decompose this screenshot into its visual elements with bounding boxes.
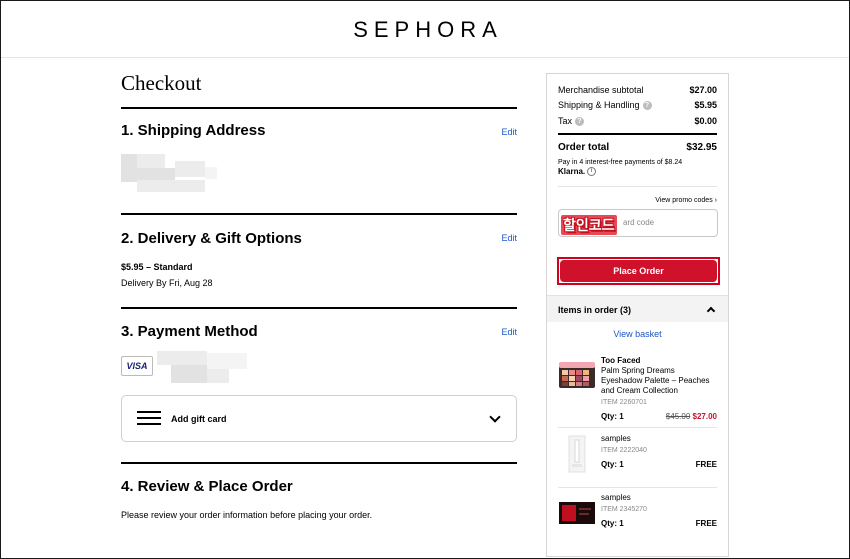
item-name[interactable]: Palm Spring Dreams Eyeshadow Palette – P… [601,366,717,396]
view-promo-codes-link[interactable]: View promo codes › [655,197,717,204]
payment-section: 3. Payment Method Edit VISA Add gift car… [121,307,517,462]
chevron-up-icon [706,306,716,316]
order-item: samples ITEM 2345270 Qty: 1 FREE [558,493,717,543]
shipping-label: Shipping & Handling [558,100,640,110]
help-icon[interactable]: ? [575,117,585,127]
sample-card-thumbnail[interactable] [558,499,596,527]
item-qty: Qty: 1 [601,412,624,421]
place-order-highlight: Place Order [557,257,720,285]
eyeshadow-palette-thumbnail[interactable] [558,360,596,390]
order-total-row: Order total $32.95 [558,142,717,153]
item-details: Too Faced Palm Spring Dreams Eyeshadow P… [601,356,717,422]
item-brand: Too Faced [601,356,641,365]
shipping-value: $5.95 [694,100,717,110]
promo-overlay-text: 할인코드 [561,215,617,235]
tax-row: Tax? $0.00 [558,116,717,127]
review-title: 4. Review & Place Order [121,478,293,495]
subtotal-row: Merchandise subtotal $27.00 [558,85,717,95]
shipping-section: 1. Shipping Address Edit [121,107,517,213]
payment-edit-link[interactable]: Edit [501,327,517,337]
item-divider [558,427,717,428]
item-qty: Qty: 1 [601,460,624,469]
item-brand: samples [601,493,631,502]
item-price: $27.00 [692,412,717,421]
shipping-edit-link[interactable]: Edit [501,127,517,137]
gift-card-icon [137,411,161,426]
items-in-order-label: Items in order (3) [558,305,632,315]
order-total-label: Order total [558,142,610,153]
delivery-eta: Delivery By Fri, Aug 28 [121,278,213,288]
review-section: 4. Review & Place Order Please review yo… [121,462,517,532]
review-note: Please review your order information bef… [121,510,373,520]
item-number: ITEM 2260701 [601,399,647,406]
order-item: Too Faced Palm Spring Dreams Eyeshadow P… [558,356,717,424]
item-brand: samples [601,434,631,443]
item-details: samples ITEM 2345270 Qty: 1 FREE [601,493,717,529]
order-summary: Merchandise subtotal $27.00 Shipping & H… [546,73,729,557]
subtotal-value: $27.00 [689,85,717,95]
visa-card-icon: VISA [121,356,153,376]
site-header: SEPHORA [1,1,849,58]
klarna-brand: Klarna. [558,167,586,176]
add-gift-card-toggle[interactable]: Add gift card [121,395,517,442]
summary-divider [558,186,717,187]
shipping-title: 1. Shipping Address [121,122,266,139]
checkout-main: Checkout 1. Shipping Address Edit 2. Del… [121,70,517,532]
item-qty: Qty: 1 [601,519,624,528]
promo-link-label: View promo codes [655,197,713,204]
total-divider [558,133,717,135]
chevron-right-icon: › [714,197,717,204]
sample-vial-thumbnail[interactable] [558,434,596,474]
order-item: samples ITEM 2222040 Qty: 1 FREE [558,434,717,484]
item-number: ITEM 2345270 [601,506,647,513]
klarna-logo: Klarna. i [558,167,597,177]
delivery-edit-link[interactable]: Edit [501,233,517,243]
item-price: FREE [695,460,717,469]
item-price: FREE [695,519,717,528]
page-title: Checkout [121,71,202,95]
klarna-text: Pay in 4 interest-free payments of $8.24 [558,159,683,166]
tax-label: Tax [558,116,573,126]
item-details: samples ITEM 2222040 Qty: 1 FREE [601,434,717,470]
tax-value: $0.00 [694,116,717,126]
place-order-button[interactable]: Place Order [560,260,717,282]
info-icon[interactable]: i [587,167,597,177]
view-basket-link[interactable]: View basket [547,329,728,339]
delivery-title: 2. Delivery & Gift Options [121,230,302,247]
gift-card-label: Add gift card [171,413,227,424]
delivery-section: 2. Delivery & Gift Options Edit $5.95 – … [121,213,517,307]
chevron-down-icon [489,411,501,423]
payment-title: 3. Payment Method [121,323,258,340]
item-number: ITEM 2222040 [601,447,647,454]
shipping-method: $5.95 – Standard [121,262,193,272]
item-divider [558,487,717,488]
shipping-row: Shipping & Handling? $5.95 [558,100,717,111]
help-icon[interactable]: ? [642,101,652,111]
sephora-logo[interactable]: SEPHORA [347,17,503,43]
order-total-value: $32.95 [686,142,717,153]
item-old-price: $45.00 [665,412,691,421]
subtotal-label: Merchandise subtotal [558,85,644,95]
items-in-order-toggle[interactable]: Items in order (3) [547,295,728,322]
